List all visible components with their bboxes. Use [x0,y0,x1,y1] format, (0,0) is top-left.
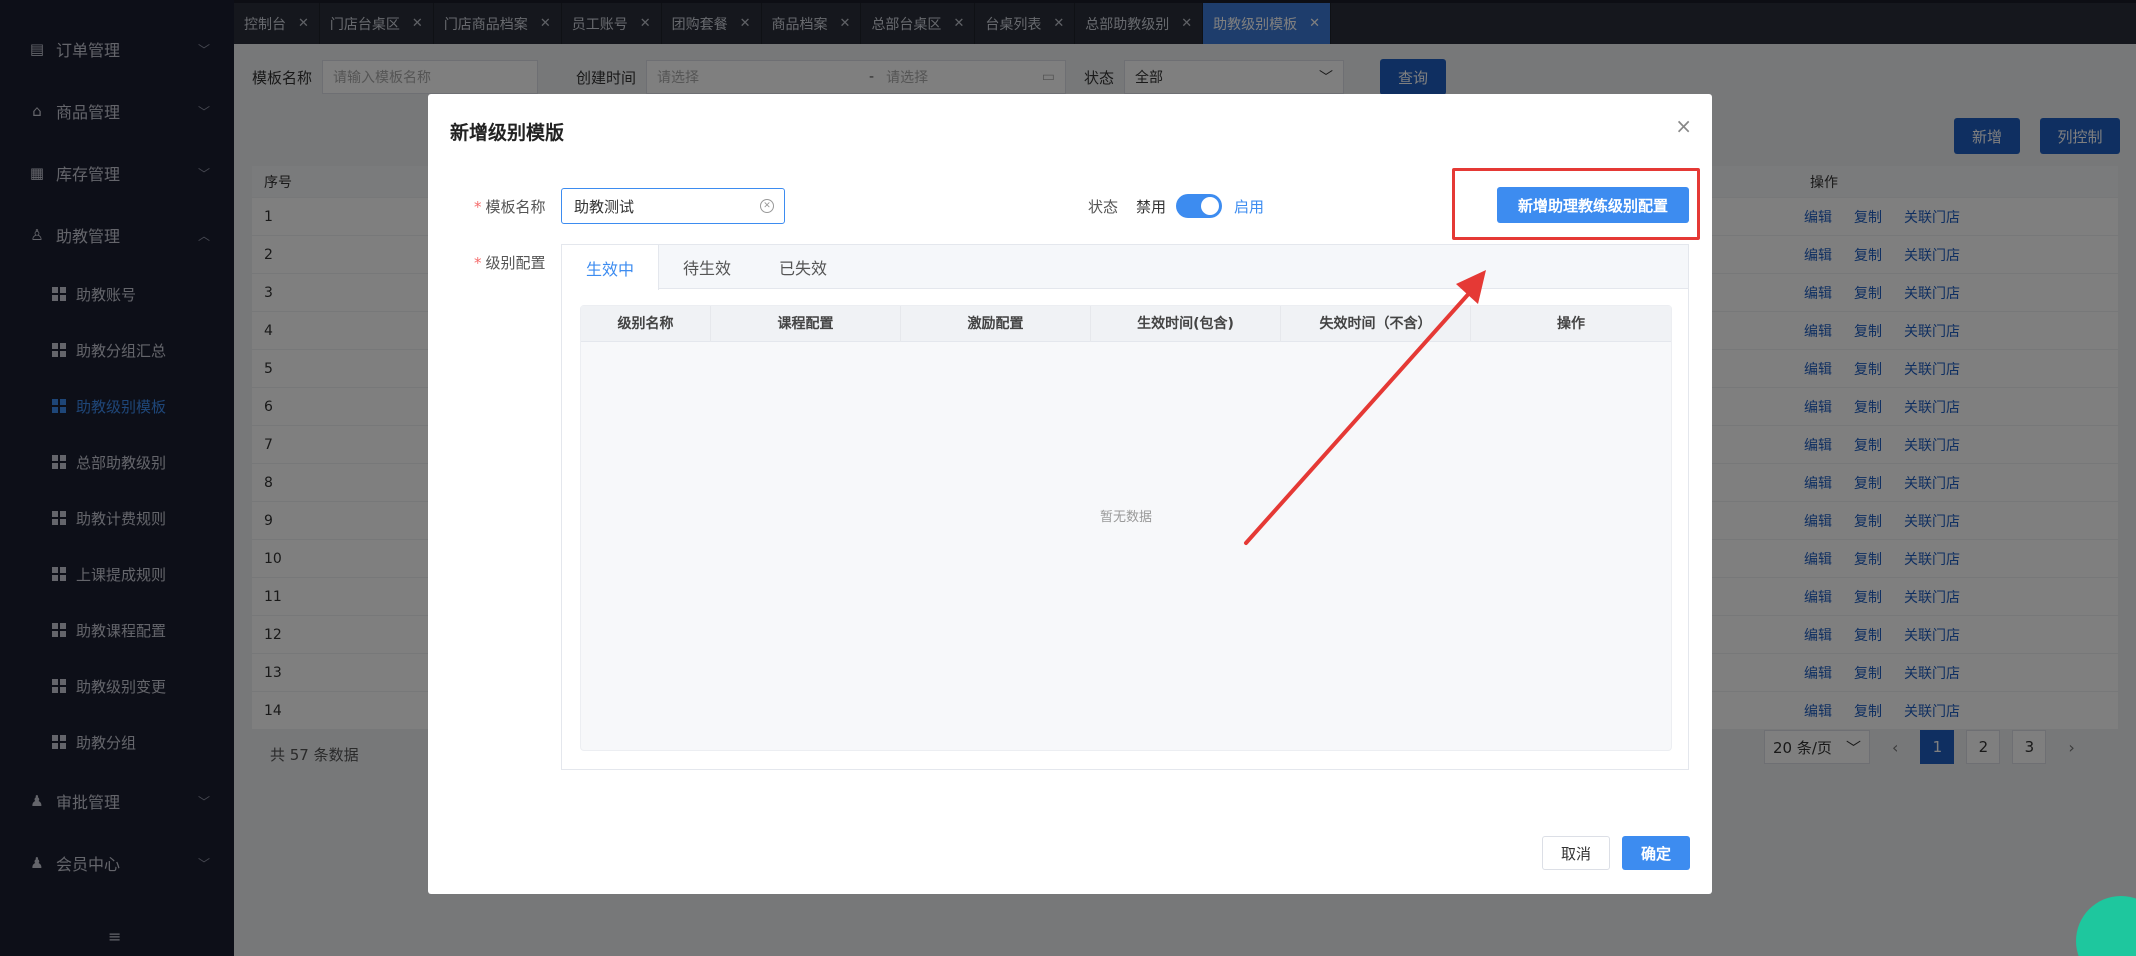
level-config-table: 级别名称 课程配置 激励配置 生效时间(包含) 失效时间（不含） 操作 暂无数据 [580,305,1672,751]
add-assistant-level-config-button[interactable]: 新增助理教练级别配置 [1497,187,1689,223]
empty-state-text: 暂无数据 [1099,510,1152,525]
template-name-form-label-text: 模板名称 [485,198,546,216]
col-level-name: 级别名称 [581,305,711,342]
tab-pending[interactable]: 待生效 [659,245,755,288]
status-toggle[interactable] [1176,194,1223,218]
dialog-title: 新增级别模版 [450,122,565,144]
status-on-label: 启用 [1234,197,1265,216]
cancel-button[interactable]: 取消 [1542,836,1610,870]
level-config-form-label: * 级别配置 [474,254,546,272]
toggle-knob [1201,197,1220,215]
level-tabs: 生效中 待生效 已失效 [562,245,1688,290]
status-off-label: 禁用 [1136,197,1167,216]
col-expire-time: 失效时间（不含） [1281,305,1471,342]
template-name-value: 助教测试 [574,197,635,216]
level-config-panel: 生效中 待生效 已失效 级别名称 课程配置 激励配置 生效时间(包含) 失效时间… [561,244,1689,770]
clear-icon[interactable]: ✕ [760,199,774,213]
tab-expired[interactable]: 已失效 [755,245,851,288]
template-name-form-label: * 模板名称 [474,198,546,216]
add-level-template-dialog: 新增级别模版 × * 模板名称 助教测试 ✕ 状态 禁用 启用 新增助理教练级别配… [428,94,1712,894]
col-incentive-config: 激励配置 [901,305,1091,342]
col-operations: 操作 [1557,315,1585,332]
template-name-field[interactable]: 助教测试 ✕ [561,188,785,224]
level-config-form-label-text: 级别配置 [485,254,546,272]
floating-bubble[interactable] [2076,896,2136,956]
col-effective-time: 生效时间(包含) [1091,305,1281,342]
confirm-button[interactable]: 确定 [1622,836,1690,870]
status-label: 状态 [1088,197,1119,216]
level-table-header: 级别名称 课程配置 激励配置 生效时间(包含) 失效时间（不含） 操作 [581,305,1671,342]
col-course-config: 课程配置 [711,305,901,342]
status-field: 状态 禁用 启用 [1088,194,1264,218]
close-icon[interactable]: × [1675,114,1692,138]
tab-active[interactable]: 生效中 [562,245,660,290]
